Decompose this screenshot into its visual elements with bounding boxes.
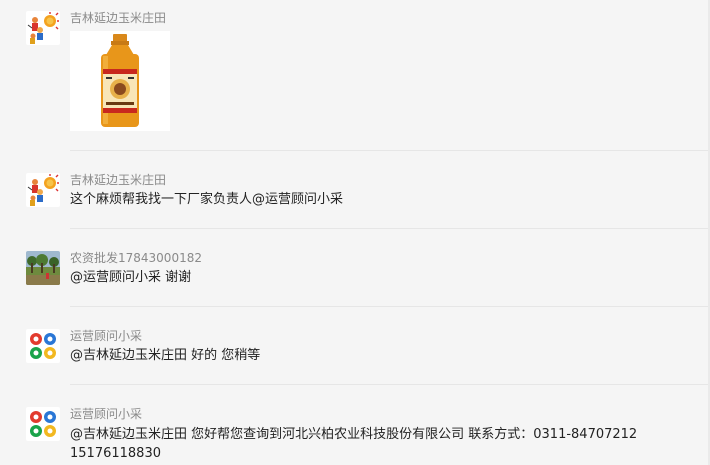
colorful-rings-avatar-icon[interactable] xyxy=(26,407,60,441)
message-item: 吉林延边玉米庄田 这个麻烦帮我找一下厂家负责人@运营顾问小采 xyxy=(0,150,710,229)
message-text: @吉林延边玉米庄田 您好帮您查询到河北兴柏农业科技股份有限公司 联系方式：031… xyxy=(70,427,638,442)
message-item: 运营顾问小采 @吉林延边玉米庄田 您好帮您查询到河北兴柏农业科技股份有限公司 联… xyxy=(0,384,710,465)
pesticide-bottle-image-icon[interactable] xyxy=(70,31,170,131)
sender-name[interactable]: 运营顾问小采 xyxy=(70,407,142,421)
sender-name[interactable]: 运营顾问小采 xyxy=(70,329,142,343)
message-item: 运营顾问小采 @吉林延边玉米庄田 好的 您稍等 xyxy=(0,306,710,385)
farm-field-avatar-icon[interactable] xyxy=(26,251,60,285)
message-text-continuation: 15176118830 xyxy=(70,446,161,461)
message-text: @运营顾问小采 谢谢 xyxy=(70,270,192,285)
message-text: @吉林延边玉米庄田 好的 您稍等 xyxy=(70,348,261,363)
sun-kids-avatar-icon[interactable] xyxy=(26,11,60,45)
sun-kids-avatar-icon[interactable] xyxy=(26,173,60,207)
sender-name[interactable]: 农资批发17843000182 xyxy=(70,251,202,265)
colorful-rings-avatar-icon[interactable] xyxy=(26,329,60,363)
message-item: 吉林延边玉米庄田 xyxy=(0,0,710,151)
sender-name[interactable]: 吉林延边玉米庄田 xyxy=(70,173,166,187)
chat-feed: 吉林延边玉米庄田 吉林延边玉米庄田 这个麻烦帮我找一下厂家负责人@运营顾问小采 … xyxy=(0,0,710,465)
sender-name[interactable]: 吉林延边玉米庄田 xyxy=(70,11,166,25)
message-item: 农资批发17843000182 @运营顾问小采 谢谢 xyxy=(0,228,710,307)
message-text: 这个麻烦帮我找一下厂家负责人@运营顾问小采 xyxy=(70,192,344,207)
